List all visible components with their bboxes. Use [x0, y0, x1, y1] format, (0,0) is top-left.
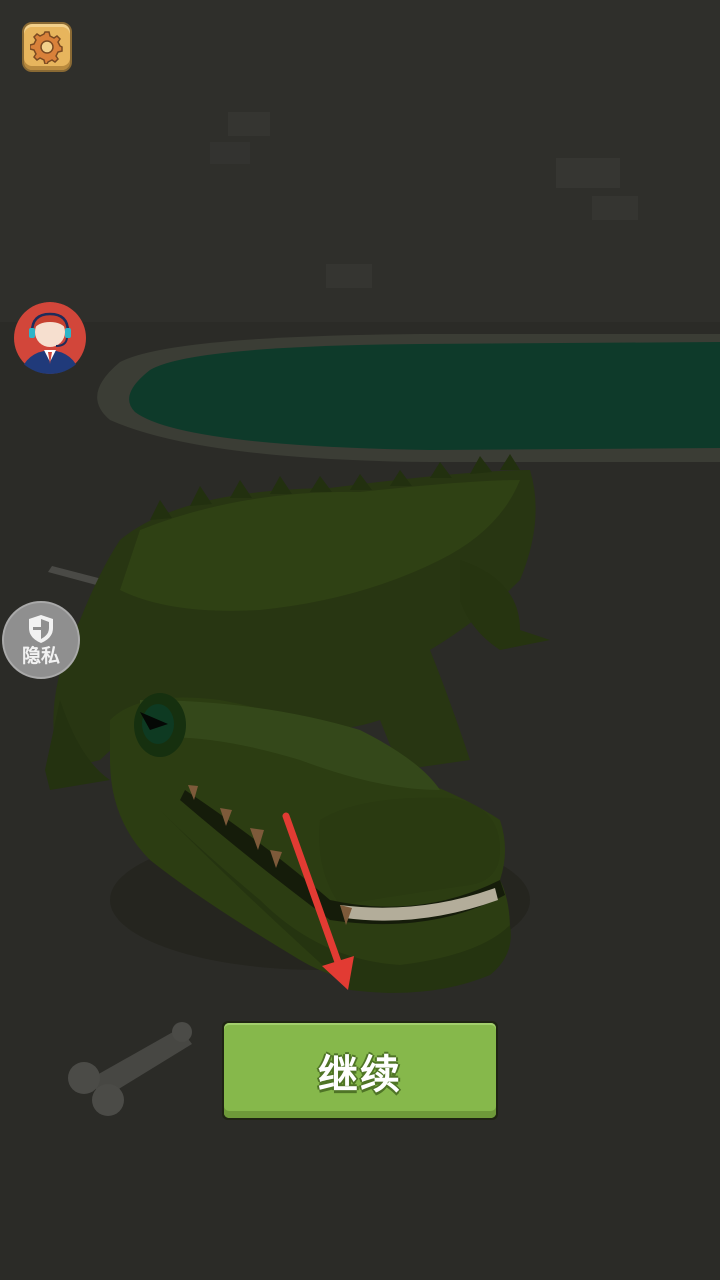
continue-button[interactable]: 继续 [222, 1021, 498, 1120]
wall-brick [228, 112, 270, 136]
wall-brick [556, 158, 620, 188]
wall-brick [210, 142, 250, 164]
continue-button-label: 继续 [318, 1051, 402, 1098]
privacy-button[interactable]: 隐私 [2, 601, 80, 679]
pond-water [129, 342, 720, 450]
settings-button[interactable] [22, 22, 72, 72]
wall-brick [326, 264, 372, 288]
wall-brick [592, 196, 638, 220]
customer-service-button[interactable] [12, 302, 88, 374]
customer-service-avatar-icon [14, 302, 86, 374]
shield-icon [29, 614, 53, 643]
privacy-label: 隐私 [21, 644, 60, 667]
continue-button-face[interactable]: 继续 [224, 1023, 496, 1118]
game-screen: 隐私 继续 [0, 0, 720, 1280]
gear-icon [30, 31, 63, 64]
